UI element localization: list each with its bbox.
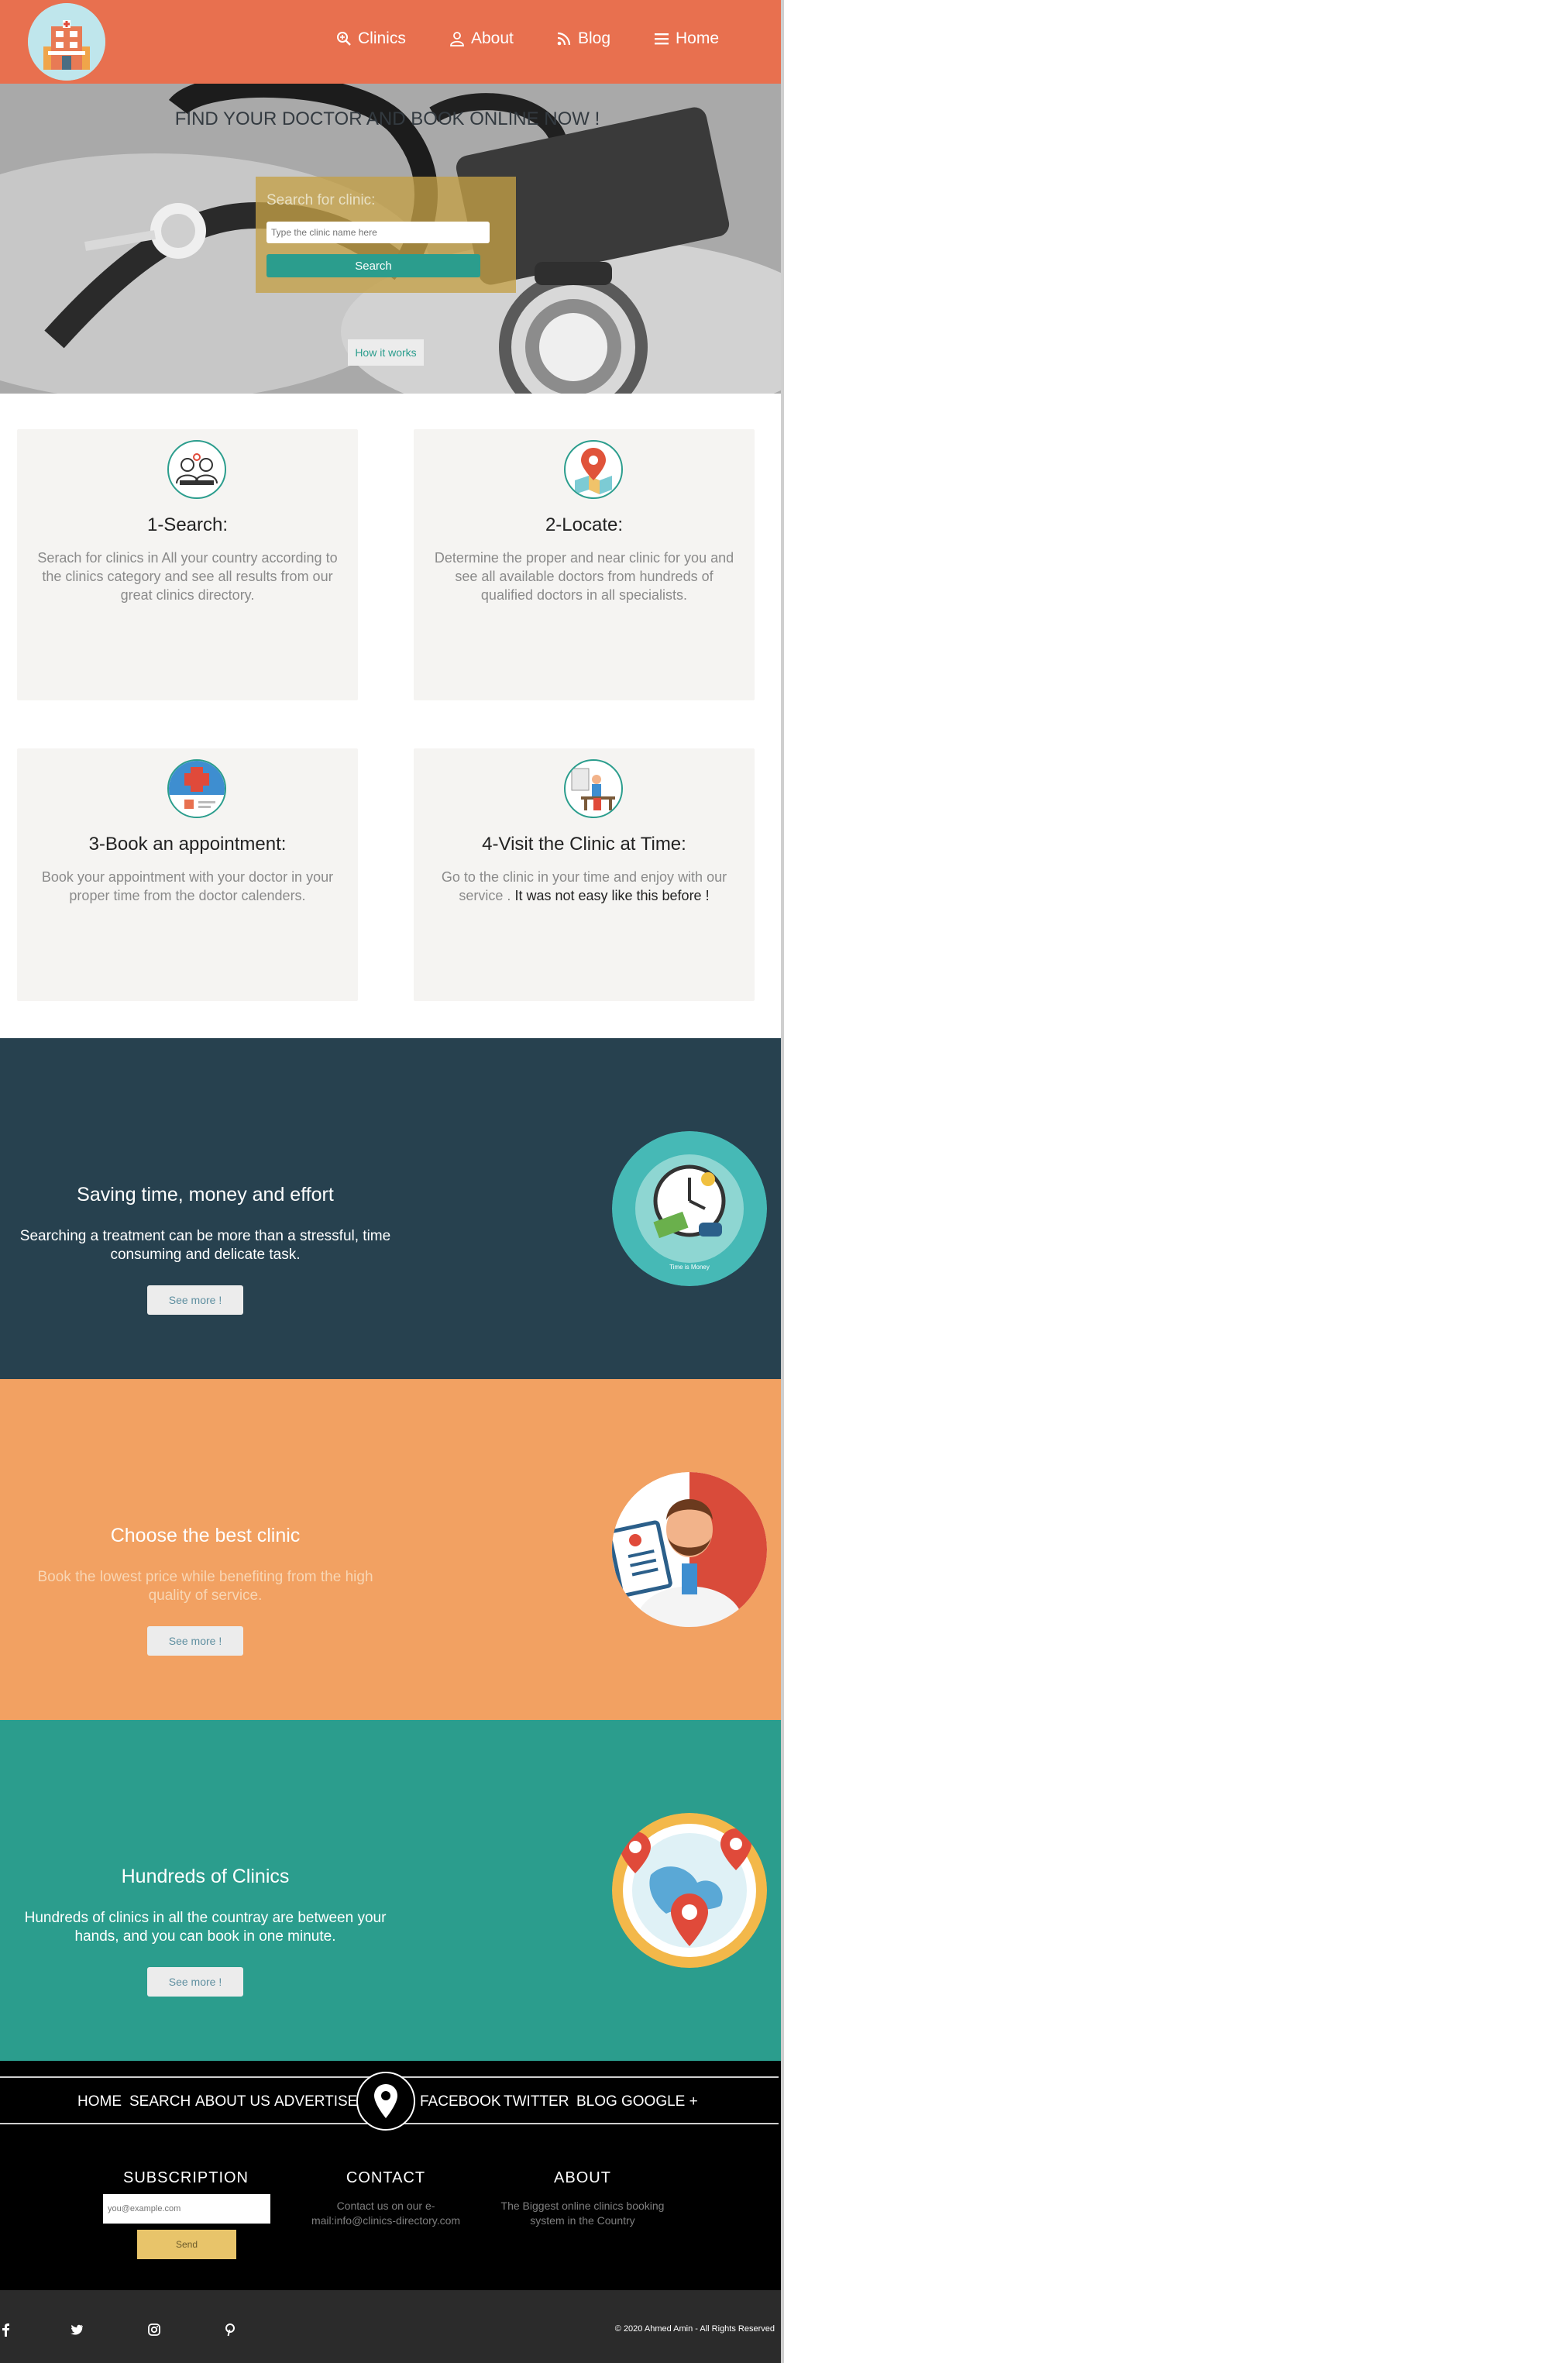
search-panel: Search for clinic: Search [256,177,516,293]
feature-description: Searching a treatment can be more than a… [19,1228,391,1263]
step-title: 1-Search: [146,514,229,535]
clinic-visit-icon [564,759,623,818]
search-label: Search for clinic: [266,192,376,208]
facebook-icon[interactable] [0,2323,14,2337]
step-description: Serach for clinics in All your country a… [37,550,338,603]
nav-clinics-label: Clinics [358,29,406,47]
step-card-search: 1-Search: Serach for clinics in All your… [17,429,358,700]
contact-heading: CONTACT [346,2169,426,2186]
feature-band-hundreds: Hundreds of Clinics Hundreds of clinics … [0,1720,782,2061]
subscription-heading: SUBSCRIPTION [122,2169,249,2186]
step-title: 3-Book an appointment: [88,834,287,855]
see-more-button[interactable]: See more ! [147,1967,243,1997]
instagram-icon[interactable] [147,2323,161,2337]
footer-link-twitter[interactable]: TWITTER [504,2093,569,2110]
user-icon [450,32,464,46]
search-icon [337,32,351,46]
see-more-button[interactable]: See more ! [147,1626,243,1656]
contact-text: Contact us on our e-mail:info@clinics-di… [311,2200,461,2227]
nav-blog[interactable]: Blog [556,29,610,48]
feature-band-best-clinic: Choose the best clinic Book the lowest p… [0,1379,782,1720]
doctor-illustration [612,1472,767,1627]
nav-clinics[interactable]: Clinics [336,29,406,48]
footer-link-google-plus[interactable]: GOOGLE + [621,2093,698,2110]
clinic-search-input[interactable] [266,222,490,243]
step-title: 2-Locate: [545,514,624,535]
art-caption: Time is Money [669,1264,710,1271]
pinterest-icon[interactable] [223,2323,237,2337]
step-card-locate: 2-Locate: Determine the proper and near … [414,429,755,700]
footer-link-advertise[interactable]: ADVERTISE [274,2093,357,2110]
feature-band-saving: Saving time, money and effort Searching … [0,1038,782,1379]
step-description: Go to the clinic in your time and enjoy … [429,868,739,905]
nav-home-label: Home [676,29,720,47]
step-emphasis: It was not easy like this before ! [514,888,710,903]
feature-title: Saving time, money and effort [77,1184,334,1206]
footer-link-home[interactable]: HOME [77,2093,122,2110]
feature-description: Book the lowest price while benefiting f… [37,1569,373,1604]
send-button[interactable]: Send [137,2230,236,2259]
doctors-icon [167,440,226,499]
footer-link-about-us[interactable]: ABOUT US [195,2093,270,2110]
step-card-book: 3-Book an appointment: Book your appoint… [17,748,358,1001]
logo[interactable] [28,3,105,81]
world-map-illustration [612,1813,767,1968]
hero: FIND YOUR DOCTOR AND BOOK ONLINE NOW ! S… [0,84,782,394]
step-description: Book your appointment with your doctor i… [41,869,334,903]
nav-about-label: About [471,29,514,47]
nav-about[interactable]: About [449,29,514,48]
page-edge-shadow [781,0,784,2363]
search-button[interactable]: Search [266,254,480,277]
about-text: The Biggest online clinics booking syste… [500,2200,665,2227]
feature-description: Hundreds of clinics in all the countray … [24,1910,387,1945]
footer-link-blog[interactable]: BLOG [576,2093,617,2110]
copyright-text: © 2020 Ahmed Amin - All Rights Reserved [614,2324,775,2334]
rss-icon [557,32,571,46]
see-more-button[interactable]: See more ! [147,1285,243,1315]
step-card-visit: 4-Visit the Clinic at Time: Go to the cl… [414,748,755,1001]
location-pin-icon [356,2072,415,2131]
clinic-building-icon [28,3,105,81]
feature-title: Choose the best clinic [110,1525,301,1546]
subscription-email-input[interactable] [103,2194,270,2224]
footer: HOME SEARCH ABOUT US ADVERTISE FACEBOOK … [0,2061,782,2290]
header: Clinics About Blog Home [0,0,782,84]
twitter-icon[interactable] [70,2323,84,2337]
menu-icon [655,33,669,45]
footer-link-search[interactable]: SEARCH [129,2093,191,2110]
time-money-illustration: Time is Money [612,1131,767,1286]
feature-title: Hundreds of Clinics [121,1866,290,1887]
step-description: Determine the proper and near clinic for… [434,550,734,603]
bottom-bar: © 2020 Ahmed Amin - All Rights Reserved [0,2290,782,2363]
hero-title: FIND YOUR DOCTOR AND BOOK ONLINE NOW ! [174,108,600,129]
nav-home[interactable]: Home [654,29,719,48]
step-title: 4-Visit the Clinic at Time: [482,834,686,855]
calendar-icon [167,759,226,818]
footer-link-facebook[interactable]: FACEBOOK [420,2093,501,2110]
page: Clinics About Blog Home FIND YOUR DOCTOR… [0,0,782,2363]
how-it-works-button[interactable]: How it works [348,339,424,366]
about-heading: ABOUT [554,2169,611,2186]
map-pin-icon [564,440,623,499]
nav-blog-label: Blog [578,29,611,47]
